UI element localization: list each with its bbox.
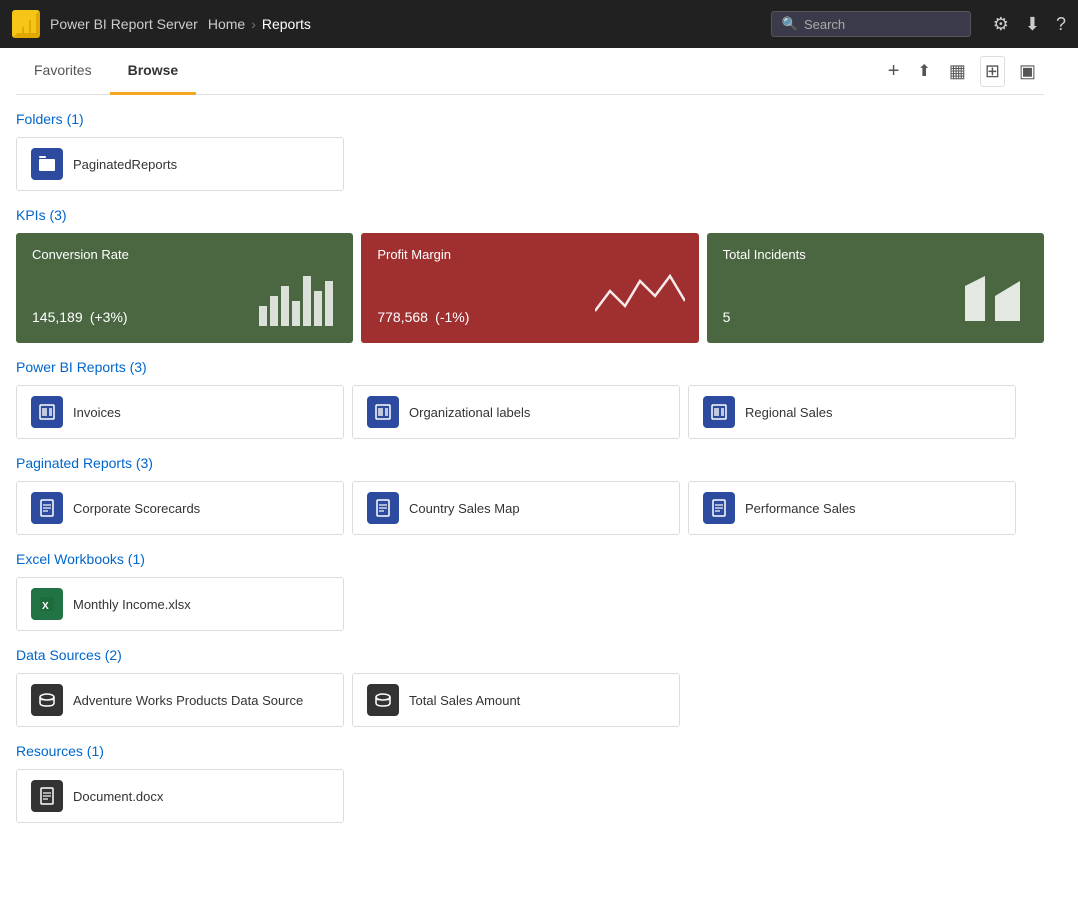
app-logo xyxy=(12,10,40,38)
report-card-invoices[interactable]: Invoices xyxy=(16,385,344,439)
breadcrumb-home[interactable]: Home xyxy=(208,16,245,32)
app-title: Power BI Report Server xyxy=(50,16,198,32)
paginated-label-2: Performance Sales xyxy=(745,501,856,516)
report-icon-2 xyxy=(703,396,735,428)
folder-label: PaginatedReports xyxy=(73,157,177,172)
kpi-chart-2 xyxy=(950,271,1030,329)
topbar-icons: ⚙ ⬇ ? xyxy=(993,14,1066,35)
resource-label-0: Document.docx xyxy=(73,789,163,804)
search-box: 🔍 xyxy=(771,11,971,37)
topbar: Power BI Report Server Home › Reports 🔍 … xyxy=(0,0,1078,48)
upload-button[interactable]: ⬆ xyxy=(913,57,934,85)
datasource-icon-0 xyxy=(31,684,63,716)
kpi-title-1: Profit Margin xyxy=(377,247,682,262)
kpi-conversion-rate[interactable]: Conversion Rate 145,189 (+3%) xyxy=(16,233,353,343)
add-button[interactable]: + xyxy=(884,56,904,87)
folder-card-paginated-reports[interactable]: PaginatedReports xyxy=(16,137,344,191)
kpi-total-incidents[interactable]: Total Incidents 5 xyxy=(707,233,1044,343)
kpis-grid: Conversion Rate 145,189 (+3%) xyxy=(16,233,1044,343)
excel-workbooks-grid: X Monthly Income.xlsx xyxy=(16,577,1044,631)
report-label-2: Regional Sales xyxy=(745,405,832,420)
tab-favorites[interactable]: Favorites xyxy=(16,48,110,95)
paginated-reports-grid: Corporate Scorecards Country Sales Map xyxy=(16,481,1044,535)
paginated-icon-0 xyxy=(31,492,63,524)
paginated-label-1: Country Sales Map xyxy=(409,501,520,516)
search-input[interactable] xyxy=(804,17,960,32)
folders-header: Folders (1) xyxy=(16,111,1044,127)
report-icon-1 xyxy=(367,396,399,428)
datasource-label-0: Adventure Works Products Data Source xyxy=(73,693,303,708)
excel-label-0: Monthly Income.xlsx xyxy=(73,597,191,612)
excel-card-monthly-income[interactable]: X Monthly Income.xlsx xyxy=(16,577,344,631)
chart-view-button[interactable]: ▦ xyxy=(945,57,970,86)
folders-grid: PaginatedReports xyxy=(16,137,1044,191)
download-icon[interactable]: ⬇ xyxy=(1025,14,1040,35)
paginated-card-country-sales[interactable]: Country Sales Map xyxy=(352,481,680,535)
resources-grid: Document.docx xyxy=(16,769,1044,823)
excel-workbooks-header: Excel Workbooks (1) xyxy=(16,551,1044,567)
breadcrumb: Home › Reports xyxy=(208,16,311,32)
help-icon[interactable]: ? xyxy=(1056,14,1066,35)
data-sources-grid: Adventure Works Products Data Source Tot… xyxy=(16,673,1044,727)
main-content: Favorites Browse + ⬆ ▦ ⊞ ▣ Folders (1) xyxy=(0,48,1060,843)
tab-browse[interactable]: Browse xyxy=(110,48,197,95)
breadcrumb-separator: › xyxy=(251,16,256,32)
kpi-profit-margin[interactable]: Profit Margin 778,568 (-1%) xyxy=(361,233,698,343)
kpi-chart-1 xyxy=(595,271,685,329)
datasource-label-1: Total Sales Amount xyxy=(409,693,520,708)
tabbar: Favorites Browse + ⬆ ▦ ⊞ ▣ xyxy=(16,48,1044,95)
search-icon: 🔍 xyxy=(782,16,798,32)
resources-header: Resources (1) xyxy=(16,743,1044,759)
paginated-label-0: Corporate Scorecards xyxy=(73,501,200,516)
resource-icon-0 xyxy=(31,780,63,812)
paginated-icon-1 xyxy=(367,492,399,524)
paginated-card-scorecards[interactable]: Corporate Scorecards xyxy=(16,481,344,535)
report-label-0: Invoices xyxy=(73,405,121,420)
paginated-reports-header: Paginated Reports (3) xyxy=(16,455,1044,471)
excel-icon-0: X xyxy=(31,588,63,620)
report-label-1: Organizational labels xyxy=(409,405,530,420)
datasource-card-adventure-works[interactable]: Adventure Works Products Data Source xyxy=(16,673,344,727)
power-bi-reports-grid: Invoices Organizational labels xyxy=(16,385,1044,439)
kpi-title-0: Conversion Rate xyxy=(32,247,337,262)
kpi-title-2: Total Incidents xyxy=(723,247,1028,262)
svg-text:X: X xyxy=(42,601,49,612)
power-bi-reports-header: Power BI Reports (3) xyxy=(16,359,1044,375)
paginated-card-performance-sales[interactable]: Performance Sales xyxy=(688,481,1016,535)
resource-card-document[interactable]: Document.docx xyxy=(16,769,344,823)
grid-view-button[interactable]: ⊞ xyxy=(980,56,1005,87)
datasource-icon-1 xyxy=(367,684,399,716)
datasource-card-total-sales[interactable]: Total Sales Amount xyxy=(352,673,680,727)
folder-icon xyxy=(31,148,63,180)
data-sources-header: Data Sources (2) xyxy=(16,647,1044,663)
paginated-icon-2 xyxy=(703,492,735,524)
report-card-org-labels[interactable]: Organizational labels xyxy=(352,385,680,439)
breadcrumb-current: Reports xyxy=(262,16,311,32)
report-icon-0 xyxy=(31,396,63,428)
settings-icon[interactable]: ⚙ xyxy=(993,14,1009,35)
report-card-regional-sales[interactable]: Regional Sales xyxy=(688,385,1016,439)
panel-view-button[interactable]: ▣ xyxy=(1015,57,1040,86)
kpi-chart-0 xyxy=(259,271,339,329)
tab-actions: + ⬆ ▦ ⊞ ▣ xyxy=(884,56,1044,87)
kpis-header: KPIs (3) xyxy=(16,207,1044,223)
